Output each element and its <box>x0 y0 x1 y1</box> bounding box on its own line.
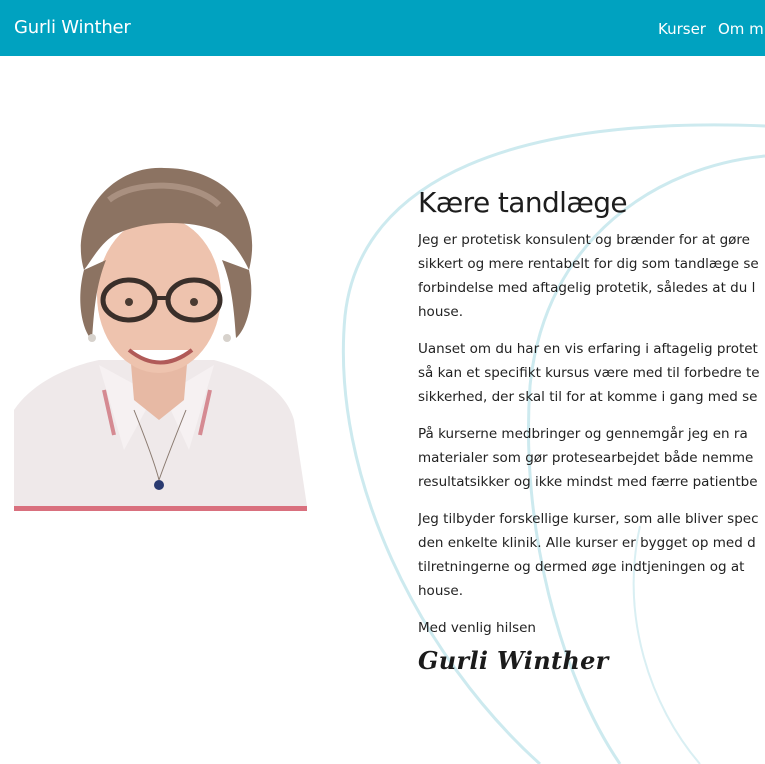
paragraph-line: Uanset om du har en vis erfaring i aftag… <box>418 341 758 357</box>
closing-greeting: Med venlig hilsen <box>418 620 536 636</box>
nav-link-om-mig[interactable]: Om mi <box>718 20 765 38</box>
portrait-accent-bar <box>14 506 307 511</box>
page-title: Kære tandlæge <box>418 186 628 219</box>
brand-link[interactable]: Gurli Winther <box>14 17 131 38</box>
handwritten-signature: Gurli Winther <box>418 646 609 675</box>
intro-paragraph-4: Jeg tilbyder forskellige kurser, som all… <box>418 507 765 603</box>
intro-paragraph-2: Uanset om du har en vis erfaring i aftag… <box>418 337 765 409</box>
paragraph-line: tilretningerne og dermed øge indtjeninge… <box>418 559 745 575</box>
paragraph-line: så kan et specifikt kursus være med til … <box>418 365 760 381</box>
paragraph-line: sikkert og mere rentabelt for dig som ta… <box>418 256 759 272</box>
intro-content: Kære tandlæge Jeg er protetisk konsulent… <box>418 186 765 675</box>
top-navbar: Gurli Winther Kurser Om mi <box>0 0 765 56</box>
paragraph-line: resultatsikker og ikke mindst med færre … <box>418 474 758 490</box>
paragraph-line: materialer som gør protesearbejdet både … <box>418 450 754 466</box>
paragraph-line: Jeg er protetisk konsulent og brænder fo… <box>418 232 750 248</box>
intro-paragraph-1: Jeg er protetisk konsulent og brænder fo… <box>418 228 765 324</box>
paragraph-line: På kurserne medbringer og gennemgår jeg … <box>418 426 748 442</box>
portrait-photo <box>14 160 307 511</box>
nav-link-kurser[interactable]: Kurser <box>658 20 706 38</box>
paragraph-line: house. <box>418 583 464 599</box>
paragraph-line: sikkerhed, der skal til for at komme i g… <box>418 389 758 405</box>
paragraph-line: forbindelse med aftagelig protetik, såle… <box>418 280 756 296</box>
paragraph-line: Jeg tilbyder forskellige kurser, som all… <box>418 511 759 527</box>
intro-paragraph-3: På kurserne medbringer og gennemgår jeg … <box>418 422 765 494</box>
paragraph-line: den enkelte klinik. Alle kurser er bygge… <box>418 535 756 551</box>
portrait-illustration <box>14 160 307 511</box>
paragraph-line: house. <box>418 304 464 320</box>
